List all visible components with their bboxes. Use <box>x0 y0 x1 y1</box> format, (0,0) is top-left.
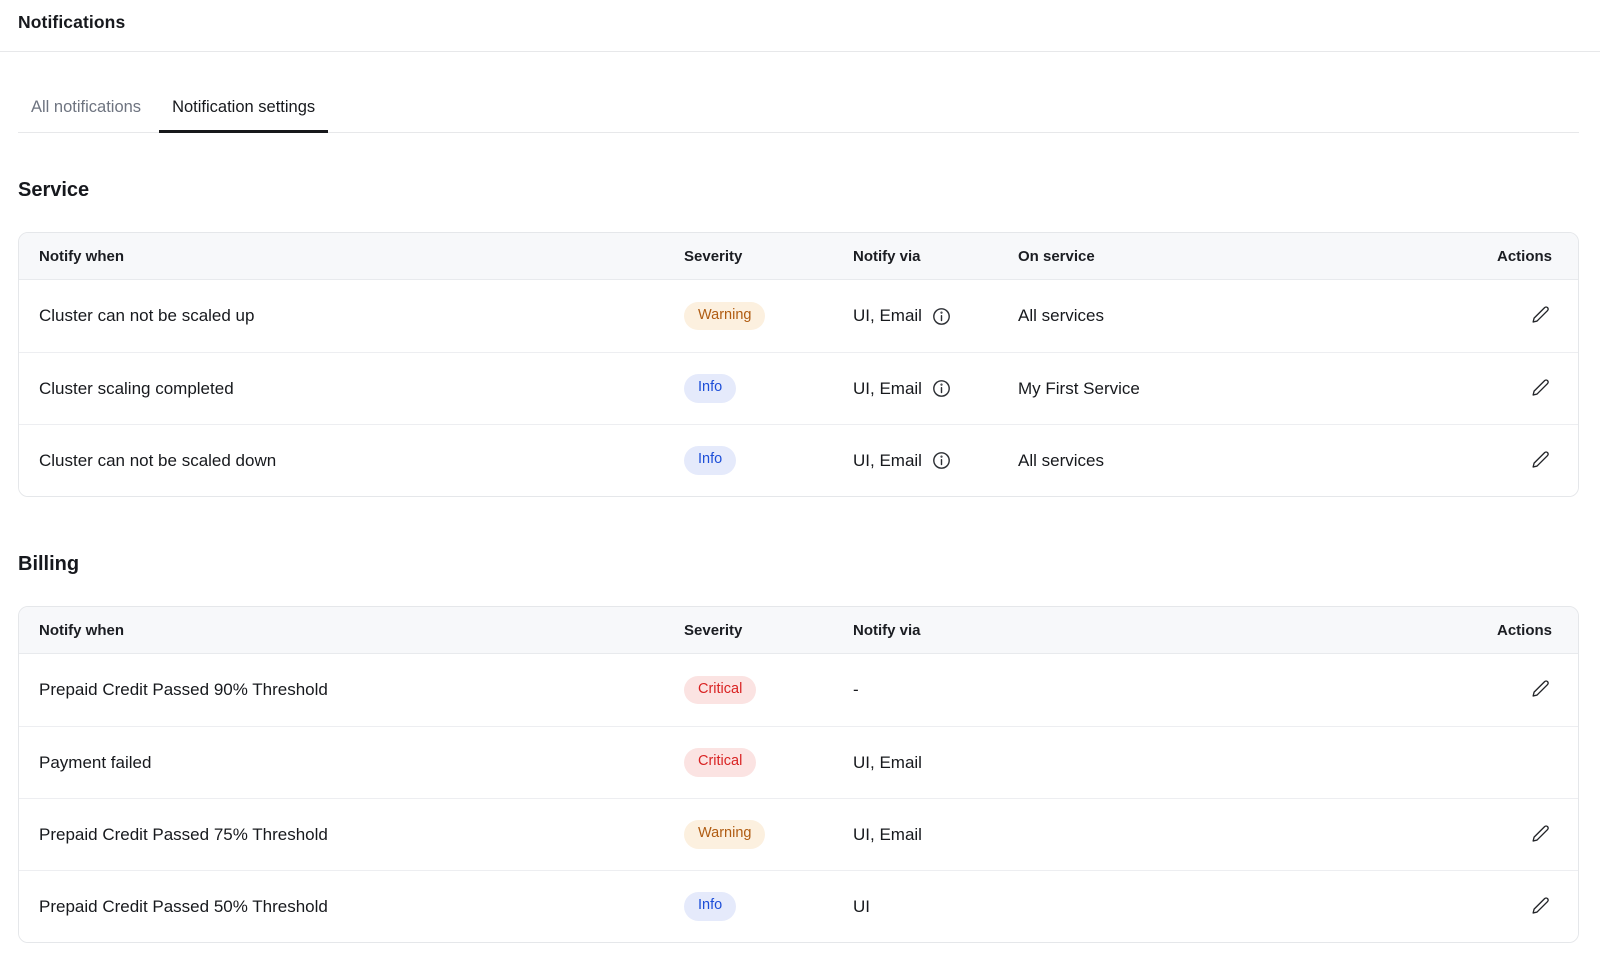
actions-cell <box>1418 894 1578 920</box>
page-title: Notifications <box>18 12 1582 33</box>
notify-via-value: UI <box>853 897 870 917</box>
table-row: Cluster can not be scaled downInfo UI, Em… <box>19 424 1578 496</box>
column-header-severity: Severity <box>684 248 853 265</box>
page-header: Notifications <box>0 0 1600 52</box>
actions-cell <box>1418 677 1578 703</box>
notify-when-cell: Prepaid Credit Passed 50% Threshold <box>19 897 684 917</box>
notify-via-value: UI, Email <box>853 825 922 845</box>
notify-via-cell: UI, Email <box>853 379 1018 399</box>
notify-via-value: UI, Email <box>853 306 922 326</box>
column-header-actions: Actions <box>1418 622 1578 639</box>
table-header-row: Notify whenSeverityNotify viaOn serviceA… <box>19 233 1578 280</box>
column-header-notify-via: Notify via <box>853 622 1418 639</box>
column-header-notify-via: Notify via <box>853 248 1018 265</box>
notify-when-cell: Cluster scaling completed <box>19 379 684 399</box>
section-heading: Billing <box>18 553 1579 576</box>
pencil-icon <box>1531 378 1550 397</box>
info-circle-icon[interactable] <box>932 451 951 470</box>
column-header-notify-when: Notify when <box>19 622 684 639</box>
edit-button[interactable] <box>1529 894 1552 917</box>
severity-cell: Critical <box>684 676 853 704</box>
settings-table: Notify whenSeverityNotify viaOn serviceA… <box>18 232 1579 497</box>
table-row: Prepaid Credit Passed 50% ThresholdInfo U… <box>19 870 1578 942</box>
severity-badge-warning: Warning <box>684 820 765 848</box>
content-area: All notificationsNotification settings S… <box>18 90 1579 943</box>
tab-notification-settings[interactable]: Notification settings <box>159 90 328 133</box>
notify-when-cell: Prepaid Credit Passed 90% Threshold <box>19 680 684 700</box>
actions-cell <box>1418 448 1578 474</box>
notify-via-value: UI, Email <box>853 451 922 471</box>
pencil-icon <box>1531 305 1550 324</box>
column-header-actions: Actions <box>1418 248 1578 265</box>
table-row: Payment failedCritical UI, Email <box>19 726 1578 798</box>
severity-cell: Info <box>684 374 853 402</box>
edit-button[interactable] <box>1529 448 1552 471</box>
notify-via-cell: UI <box>853 897 1418 917</box>
severity-badge-info: Info <box>684 892 736 920</box>
edit-button[interactable] <box>1529 303 1552 326</box>
table-row: Prepaid Credit Passed 75% ThresholdWarni… <box>19 798 1578 870</box>
notify-via-cell: UI, Email <box>853 753 1418 773</box>
notify-via-value: UI, Email <box>853 379 922 399</box>
severity-cell: Warning <box>684 820 853 848</box>
notify-via-cell: UI, Email <box>853 451 1018 471</box>
table-row: Prepaid Credit Passed 90% ThresholdCriti… <box>19 654 1578 726</box>
notify-via-value: UI, Email <box>853 753 922 773</box>
severity-badge-info: Info <box>684 446 736 474</box>
severity-cell: Critical <box>684 748 853 776</box>
pencil-icon <box>1531 679 1550 698</box>
notify-when-cell: Cluster can not be scaled down <box>19 451 684 471</box>
notify-when-cell: Payment failed <box>19 753 684 773</box>
tab-bar: All notificationsNotification settings <box>18 90 1579 133</box>
settings-table: Notify whenSeverityNotify viaActionsPrep… <box>18 606 1579 943</box>
pencil-icon <box>1531 824 1550 843</box>
on-service-cell: My First Service <box>1018 379 1418 399</box>
edit-button[interactable] <box>1529 376 1552 399</box>
info-circle-icon[interactable] <box>932 307 951 326</box>
pencil-icon <box>1531 896 1550 915</box>
table-row: Cluster can not be scaled upWarning UI, E… <box>19 280 1578 352</box>
notify-via-cell: UI, Email <box>853 825 1418 845</box>
severity-cell: Info <box>684 892 853 920</box>
notify-when-cell: Cluster can not be scaled up <box>19 306 684 326</box>
actions-cell <box>1418 822 1578 848</box>
actions-cell <box>1418 376 1578 402</box>
on-service-cell: All services <box>1018 451 1418 471</box>
edit-button[interactable] <box>1529 822 1552 845</box>
notification-sections: ServiceNotify whenSeverityNotify viaOn s… <box>18 179 1579 943</box>
pencil-icon <box>1531 450 1550 469</box>
notify-via-value: - <box>853 680 859 700</box>
actions-cell <box>1418 303 1578 329</box>
section-service: Service Notify whenSeverityNotify viaOn s… <box>18 179 1579 497</box>
severity-badge-info: Info <box>684 374 736 402</box>
column-header-notify-when: Notify when <box>19 248 684 265</box>
severity-cell: Warning <box>684 302 853 330</box>
on-service-cell: All services <box>1018 306 1418 326</box>
severity-cell: Info <box>684 446 853 474</box>
severity-badge-critical: Critical <box>684 676 756 704</box>
severity-badge-warning: Warning <box>684 302 765 330</box>
column-header-severity: Severity <box>684 622 853 639</box>
table-header-row: Notify whenSeverityNotify viaActions <box>19 607 1578 654</box>
notify-via-cell: UI, Email <box>853 306 1018 326</box>
column-header-on-service: On service <box>1018 248 1418 265</box>
edit-button[interactable] <box>1529 677 1552 700</box>
tab-all-notifications[interactable]: All notifications <box>18 90 154 133</box>
notify-via-cell: - <box>853 680 1418 700</box>
section-heading: Service <box>18 179 1579 202</box>
table-row: Cluster scaling completedInfo UI, Email My… <box>19 352 1578 424</box>
section-billing: Billing Notify whenSeverityNotify viaActi… <box>18 553 1579 943</box>
info-circle-icon[interactable] <box>932 379 951 398</box>
notify-when-cell: Prepaid Credit Passed 75% Threshold <box>19 825 684 845</box>
severity-badge-critical: Critical <box>684 748 756 776</box>
